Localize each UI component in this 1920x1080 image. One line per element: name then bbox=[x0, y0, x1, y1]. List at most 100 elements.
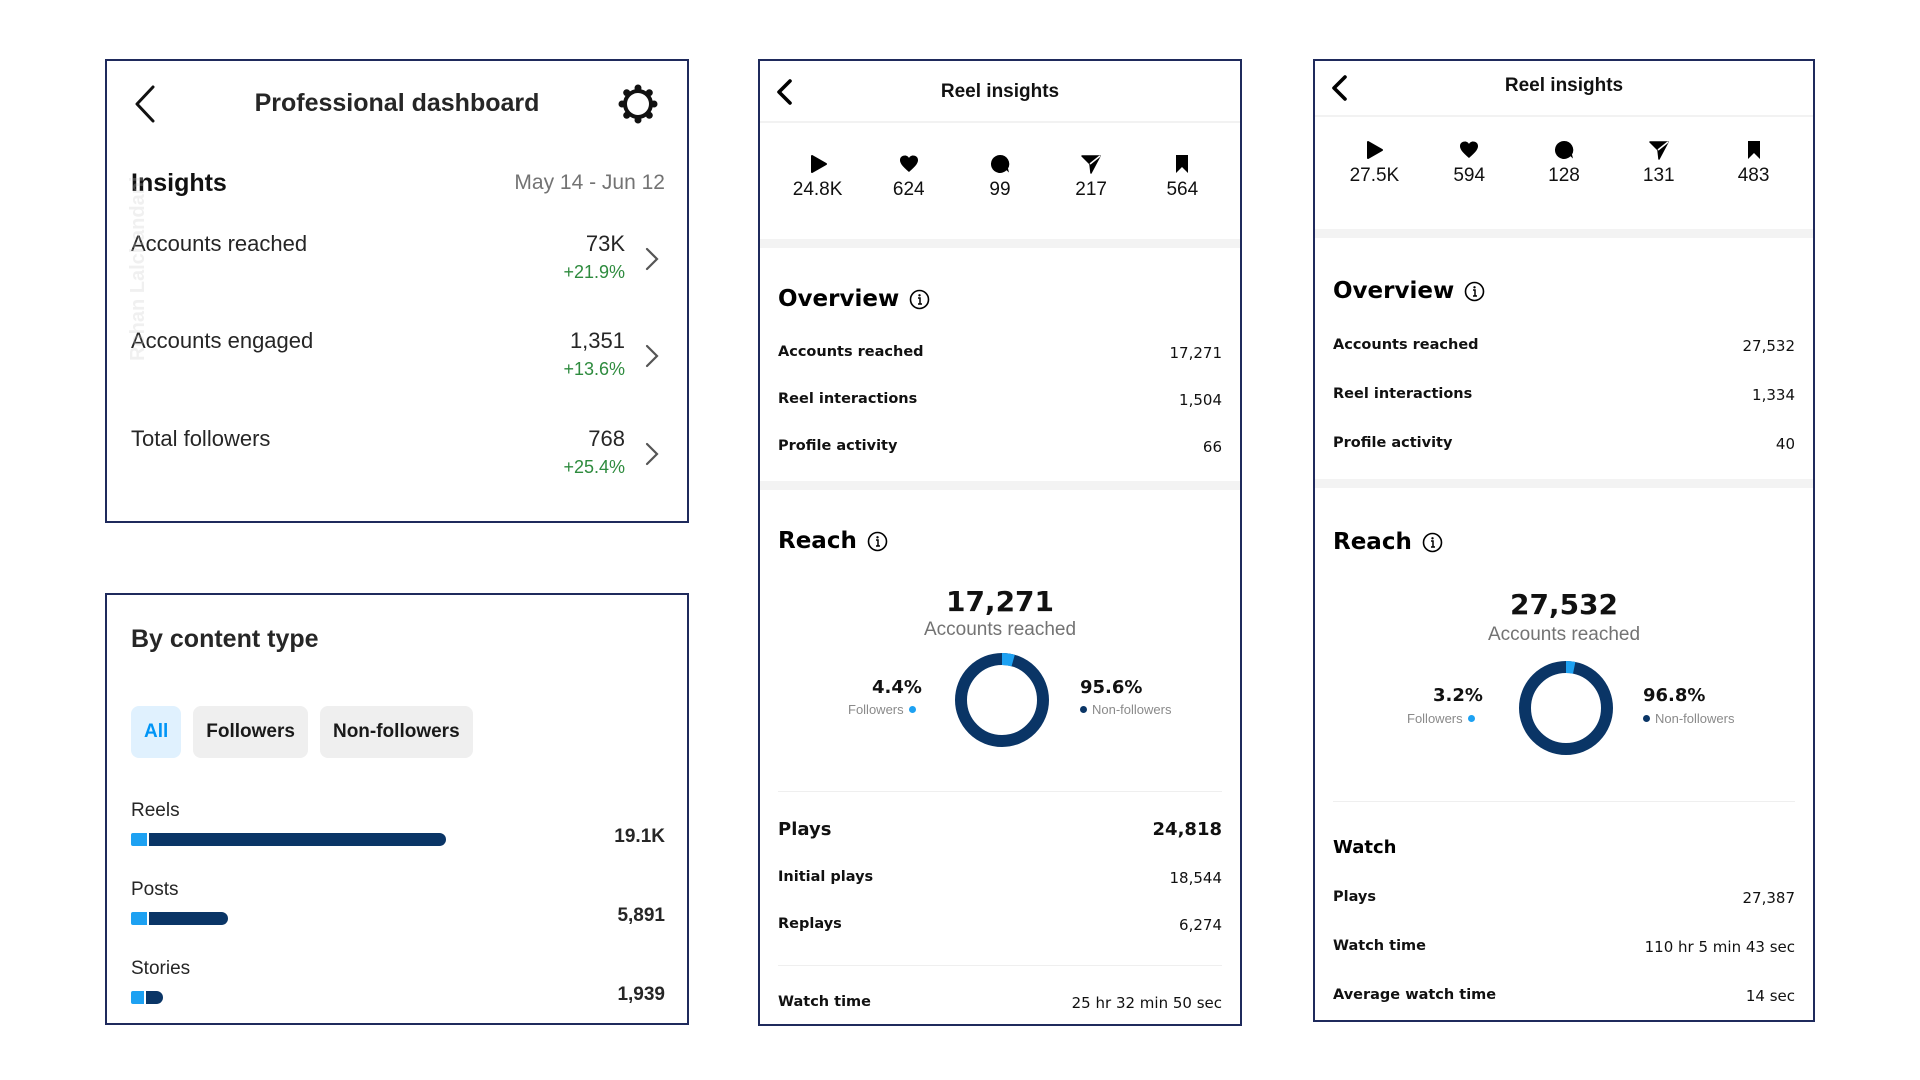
reach-caption: Accounts reached bbox=[923, 619, 1077, 640]
filter-chip-followers[interactable]: Followers bbox=[193, 706, 308, 758]
info-icon[interactable] bbox=[867, 531, 888, 552]
bar-segment-non-followers bbox=[149, 912, 228, 925]
overview-heading: Overview bbox=[778, 286, 930, 312]
stat-shares: 131 bbox=[1619, 139, 1699, 187]
metric-label: Total followers bbox=[131, 426, 271, 451]
stat-comments: 128 bbox=[1524, 139, 1604, 187]
content-bar-posts bbox=[131, 912, 228, 925]
chevron-right-icon bbox=[645, 442, 659, 466]
non-followers-percent: 95.6% bbox=[1080, 677, 1143, 698]
content-row-reels: Reels 19.1K bbox=[131, 800, 665, 860]
bar-segment-followers bbox=[131, 833, 147, 846]
filter-chip-all[interactable]: All bbox=[131, 706, 182, 758]
bar-segment-followers bbox=[131, 912, 147, 925]
stat-value: 27.5K bbox=[1349, 165, 1400, 186]
content-value: 19.1K bbox=[614, 826, 665, 847]
metric-change: +21.9% bbox=[563, 262, 625, 282]
metric-value: 768 bbox=[588, 426, 625, 451]
info-icon[interactable] bbox=[909, 289, 930, 310]
content-value: 1,939 bbox=[617, 984, 665, 1005]
settings-gear-icon[interactable] bbox=[617, 83, 659, 125]
metric-change: +13.6% bbox=[563, 359, 625, 379]
stat-shares: 217 bbox=[1051, 153, 1131, 201]
followers-dot bbox=[908, 706, 916, 713]
overview-value: 1,334 bbox=[1752, 386, 1795, 404]
plays-row-total: Plays 24,818 bbox=[778, 819, 1222, 843]
overview-value: 40 bbox=[1775, 435, 1795, 453]
plays-row-initial: Initial plays 18,544 bbox=[778, 869, 1222, 893]
overview-row-reel-interactions: Reel interactions 1,334 bbox=[1333, 386, 1795, 410]
date-range[interactable]: May 14 - Jun 12 bbox=[514, 171, 665, 195]
plays-label: Plays bbox=[778, 819, 832, 840]
overview-title: Overview bbox=[778, 286, 900, 312]
followers-legend-label: Followers bbox=[848, 702, 904, 717]
overview-row-accounts-reached: Accounts reached 17,271 bbox=[778, 344, 1222, 368]
bar-segment-followers bbox=[131, 991, 144, 1004]
reach-total: 27,532 bbox=[1509, 588, 1619, 621]
share-icon bbox=[1649, 141, 1669, 160]
divider bbox=[778, 965, 1222, 966]
reel-stats-row: 27.5K 594 128 131 483 bbox=[1315, 139, 1813, 187]
plays-value: 18,544 bbox=[1169, 869, 1223, 887]
chevron-right-icon bbox=[645, 247, 659, 271]
stat-value: 131 bbox=[1642, 165, 1675, 186]
overview-row-reel-interactions: Reel interactions 1,504 bbox=[778, 391, 1222, 415]
stat-value: 128 bbox=[1548, 165, 1580, 186]
stat-plays: 24.8K bbox=[778, 153, 858, 201]
info-icon[interactable] bbox=[1422, 532, 1443, 553]
metric-row-accounts-engaged[interactable]: Accounts engaged 1,351 +13.6% bbox=[107, 328, 687, 418]
content-label: Posts bbox=[131, 879, 179, 900]
plays-label: Initial plays bbox=[778, 869, 874, 885]
section-separator bbox=[760, 239, 1240, 248]
reach-caption: Accounts reached bbox=[1487, 624, 1641, 645]
watch-label: Watch time bbox=[1333, 938, 1427, 954]
reach-total: 17,271 bbox=[945, 585, 1055, 618]
content-type-panel: By content type All Followers Non-follow… bbox=[105, 593, 689, 1025]
reach-heading: Reach bbox=[1333, 529, 1443, 555]
share-icon bbox=[1081, 155, 1101, 174]
page-title: Reel insights bbox=[1504, 75, 1624, 96]
overview-label: Accounts reached bbox=[778, 344, 924, 360]
plays-value: 24,818 bbox=[1152, 819, 1222, 840]
non-followers-dot bbox=[1643, 715, 1650, 722]
insights-heading: Insights bbox=[131, 169, 227, 197]
plays-value: 6,274 bbox=[1179, 916, 1222, 934]
filter-chip-non-followers[interactable]: Non-followers bbox=[319, 706, 473, 758]
stat-saves: 483 bbox=[1714, 139, 1794, 187]
watch-time-row: Watch time 25 hr 32 min 50 sec bbox=[778, 994, 1222, 1018]
non-followers-legend-label: Non-followers bbox=[1655, 711, 1735, 726]
metric-row-total-followers[interactable]: Total followers 768 +25.4% bbox=[107, 426, 687, 516]
page-title: Professional dashboard bbox=[254, 89, 540, 117]
watch-label: Plays bbox=[1333, 889, 1377, 905]
content-bar-reels bbox=[131, 833, 446, 846]
content-bar-stories bbox=[131, 991, 163, 1004]
overview-row-profile-activity: Profile activity 66 bbox=[778, 438, 1222, 462]
watch-time-value: 25 hr 32 min 50 sec bbox=[1071, 994, 1222, 1012]
non-followers-legend: Non-followers bbox=[1080, 702, 1171, 717]
followers-percent: 4.4% bbox=[872, 677, 922, 698]
watch-value: 14 sec bbox=[1745, 987, 1795, 1005]
comment-icon bbox=[1554, 140, 1574, 159]
content-type-heading: By content type bbox=[131, 625, 319, 653]
metric-label: Accounts engaged bbox=[131, 328, 314, 353]
metric-row-accounts-reached[interactable]: Accounts reached 73K +21.9% bbox=[107, 231, 687, 321]
stat-value: 483 bbox=[1737, 165, 1770, 186]
reel-stats-row: 24.8K 624 99 217 564 bbox=[760, 153, 1240, 201]
donut-segment-non-followers bbox=[955, 653, 1049, 747]
info-icon[interactable] bbox=[1464, 281, 1485, 302]
followers-legend: Followers bbox=[1407, 711, 1475, 726]
heart-icon bbox=[899, 155, 918, 172]
followers-percent: 3.2% bbox=[1433, 685, 1483, 706]
dashboard-header: Professional dashboard bbox=[107, 61, 687, 151]
watch-heading: Watch bbox=[1333, 837, 1396, 858]
overview-label: Reel interactions bbox=[1333, 386, 1473, 402]
divider bbox=[778, 791, 1222, 792]
overview-heading: Overview bbox=[1333, 278, 1485, 304]
overview-value: 1,504 bbox=[1179, 391, 1222, 409]
audience-filter-chips: All Followers Non-followers bbox=[131, 706, 473, 758]
comment-icon bbox=[990, 154, 1010, 173]
page-title: Reel insights bbox=[940, 81, 1060, 102]
watch-time-label: Watch time bbox=[778, 994, 872, 1010]
bookmark-icon bbox=[1176, 155, 1189, 173]
section-separator bbox=[1315, 479, 1813, 488]
